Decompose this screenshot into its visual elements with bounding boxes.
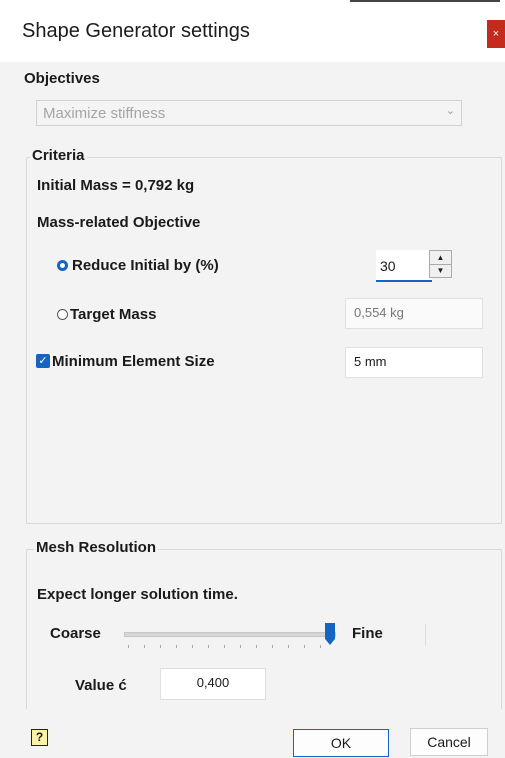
initial-mass-text: Initial Mass = 0,792 kg (37, 177, 195, 194)
mesh-value-field[interactable]: 0,400 (160, 668, 266, 700)
value-label: Value ć (75, 677, 127, 694)
slider-divider (425, 624, 426, 646)
title-top-line (350, 0, 500, 2)
objectives-label: Objectives (24, 70, 100, 87)
mesh-resolution-legend: Mesh Resolution (34, 539, 159, 556)
criteria-group (26, 157, 502, 524)
reduce-percent-value: 30 (380, 258, 396, 274)
title-bar: Shape Generator settings × (0, 0, 505, 62)
objectives-selected-value: Maximize stiffness (43, 105, 166, 122)
minimum-element-checkbox[interactable]: ✓ (36, 354, 50, 368)
mesh-slider-track[interactable] (124, 632, 336, 637)
reduce-percent-input[interactable]: 30 (376, 250, 432, 282)
coarse-label: Coarse (50, 625, 101, 642)
minimum-element-field[interactable]: 5 mm (345, 347, 483, 378)
reduce-initial-radio[interactable] (57, 260, 68, 271)
spin-down-icon[interactable]: ▼ (430, 264, 451, 277)
input-focus-underline (376, 280, 432, 282)
objectives-dropdown[interactable]: Maximize stiffness ⌄ (36, 100, 462, 126)
mesh-note: Expect longer solution time. (37, 586, 238, 603)
window-title: Shape Generator settings (22, 20, 250, 42)
cancel-button[interactable]: Cancel (410, 728, 488, 756)
target-mass-radio[interactable] (57, 309, 68, 320)
close-icon[interactable]: × (487, 20, 505, 48)
help-icon[interactable]: ? (31, 729, 48, 746)
reduce-initial-label[interactable]: Reduce Initial by (%) (72, 257, 219, 274)
mass-objective-label: Mass-related Objective (37, 214, 201, 231)
minimum-element-label[interactable]: Minimum Element Size (52, 353, 215, 370)
shape-generator-dialog: Shape Generator settings × Objectives Ma… (0, 0, 505, 758)
reduce-percent-stepper[interactable]: ▲ ▼ (429, 250, 452, 278)
chevron-down-icon: ⌄ (445, 105, 455, 117)
ok-button[interactable]: OK (293, 729, 389, 757)
criteria-legend: Criteria (30, 147, 87, 164)
target-mass-field[interactable]: 0,554 kg (345, 298, 483, 329)
mesh-slider-ticks (128, 645, 338, 651)
spin-up-icon[interactable]: ▲ (430, 251, 451, 265)
target-mass-label[interactable]: Target Mass (70, 306, 156, 323)
fine-label: Fine (352, 625, 383, 642)
